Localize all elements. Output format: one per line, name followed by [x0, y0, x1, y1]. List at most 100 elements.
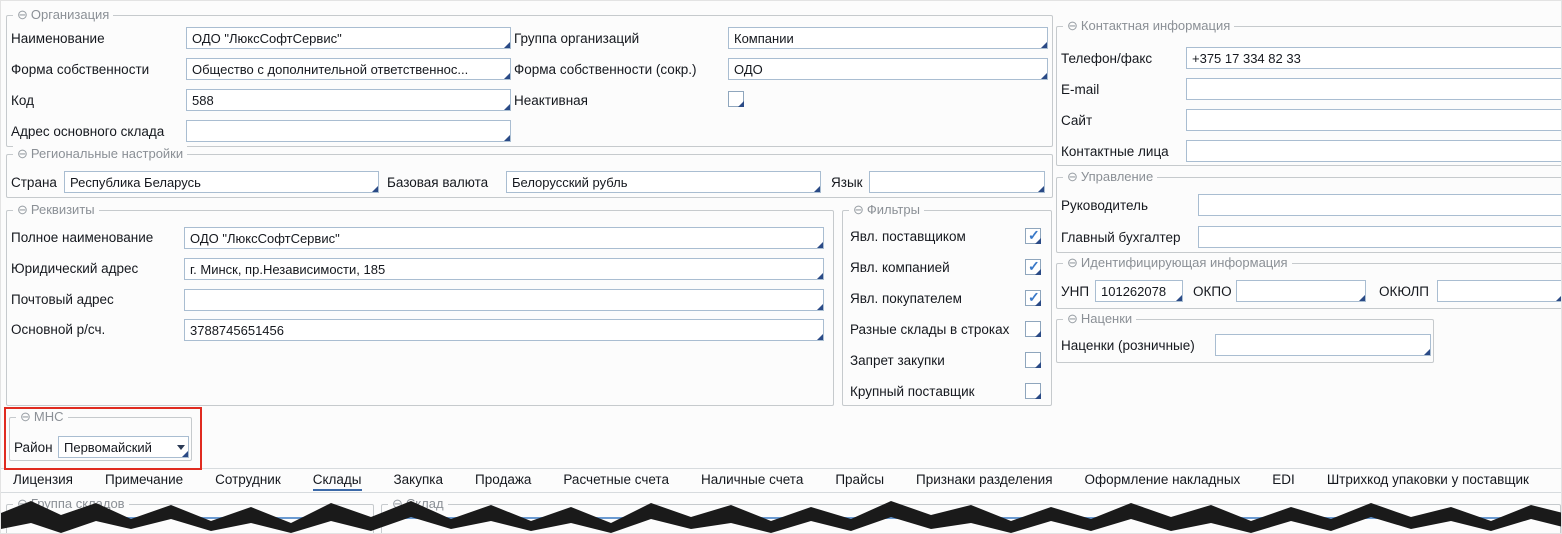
input-full-name[interactable]: [184, 227, 824, 249]
collapse-icon[interactable]: ⊖: [1067, 311, 1078, 326]
group-contact-info-title: ⊖Контактная информация: [1063, 18, 1234, 34]
collapse-icon[interactable]: ⊖: [392, 496, 403, 511]
input-ownership-short[interactable]: [728, 58, 1048, 80]
input-main-account[interactable]: [184, 319, 824, 341]
group-warehouse-title: ⊖Склад: [388, 496, 448, 512]
label-okulp: ОКЮЛП: [1379, 284, 1429, 300]
label-large-supplier: Крупный поставщик: [850, 384, 975, 400]
tab-separation-signs[interactable]: Признаки разделения: [916, 470, 1053, 491]
collapse-icon[interactable]: ⊖: [20, 409, 31, 424]
input-site[interactable]: [1186, 109, 1562, 131]
input-code[interactable]: [186, 89, 511, 111]
tab-edi[interactable]: EDI: [1272, 470, 1295, 491]
input-okpo[interactable]: [1236, 280, 1366, 302]
label-director: Руководитель: [1061, 198, 1148, 214]
district-combobox-wrap: [58, 436, 189, 458]
input-language[interactable]: [869, 171, 1045, 193]
input-phone-fax[interactable]: [1186, 47, 1562, 69]
input-name[interactable]: [186, 27, 511, 49]
input-postal-address-wrap: [184, 289, 824, 311]
input-okulp[interactable]: [1437, 280, 1562, 302]
input-ownership-form[interactable]: [186, 58, 511, 80]
table-header-line: [6, 517, 1558, 519]
input-base-currency-wrap: [506, 171, 821, 193]
input-full-name-wrap: [184, 227, 824, 249]
label-is-buyer: Явл. покупателем: [850, 291, 962, 307]
label-legal-address: Юридический адрес: [11, 261, 138, 277]
checkbox-large-supplier[interactable]: [1025, 383, 1041, 399]
label-code: Код: [11, 93, 34, 109]
label-site: Сайт: [1061, 113, 1092, 129]
checkbox-is-supplier[interactable]: [1025, 228, 1041, 244]
label-different-warehouses: Разные склады в строках: [850, 322, 1009, 338]
tab-license[interactable]: Лицензия: [13, 470, 73, 491]
input-retail-markups[interactable]: [1215, 334, 1431, 356]
tab-purchase[interactable]: Закупка: [394, 470, 444, 491]
input-ownership-form-wrap: [186, 58, 511, 80]
label-postal-address: Почтовый адрес: [11, 292, 114, 308]
district-combobox[interactable]: [58, 436, 189, 458]
group-warehouse-group: ⊖Группа складов: [6, 504, 374, 534]
collapse-icon[interactable]: ⊖: [1067, 169, 1078, 184]
input-contact-persons-wrap: [1186, 140, 1562, 162]
input-org-group[interactable]: [728, 27, 1048, 49]
input-legal-address[interactable]: [184, 258, 824, 280]
input-base-currency[interactable]: [506, 171, 821, 193]
tab-cash-accounts[interactable]: Наличные счета: [701, 470, 803, 491]
input-main-warehouse-address-wrap: [186, 120, 511, 142]
tab-invoice-layout[interactable]: Оформление накладных: [1085, 470, 1241, 491]
group-mns-title: ⊖МНС: [16, 409, 68, 425]
tab-warehouses[interactable]: Склады: [313, 470, 362, 491]
collapse-icon[interactable]: ⊖: [17, 146, 28, 161]
input-okulp-wrap: [1437, 280, 1562, 302]
input-code-wrap: [186, 89, 511, 111]
checkbox-different-warehouses[interactable]: [1025, 321, 1041, 337]
group-title-text: Идентифицирующая информация: [1081, 255, 1288, 270]
group-warehouse: ⊖Склад: [381, 504, 1561, 534]
collapse-icon[interactable]: ⊖: [853, 202, 864, 217]
group-title-text: Региональные настройки: [31, 146, 183, 161]
checkbox-is-buyer[interactable]: [1025, 290, 1041, 306]
input-chief-accountant-wrap: [1198, 226, 1562, 248]
input-unp[interactable]: [1095, 280, 1183, 302]
collapse-icon[interactable]: ⊖: [1067, 255, 1078, 270]
label-contact-persons: Контактные лица: [1061, 144, 1169, 160]
label-full-name: Полное наименование: [11, 230, 153, 246]
input-director[interactable]: [1198, 194, 1562, 216]
input-country-wrap: [64, 171, 379, 193]
input-postal-address[interactable]: [184, 289, 824, 311]
tab-supplier-package-barcode[interactable]: Штрихкод упаковки у поставщик: [1327, 470, 1529, 491]
input-contact-persons[interactable]: [1186, 140, 1562, 162]
tab-sale[interactable]: Продажа: [475, 470, 531, 491]
input-main-account-wrap: [184, 319, 824, 341]
input-org-group-wrap: [728, 27, 1048, 49]
tab-note[interactable]: Примечание: [105, 470, 183, 491]
organization-form: ⊖Организация Наименование Группа организ…: [0, 0, 1562, 534]
input-unp-wrap: [1095, 280, 1183, 302]
input-okpo-wrap: [1236, 280, 1366, 302]
checkbox-purchase-ban[interactable]: [1025, 352, 1041, 368]
label-email: E-mail: [1061, 82, 1099, 98]
group-title-text: Управление: [1081, 169, 1153, 184]
input-country[interactable]: [64, 171, 379, 193]
label-okpo: ОКПО: [1193, 284, 1232, 300]
group-organization-title: ⊖Организация: [13, 7, 113, 23]
tab-bank-accounts[interactable]: Расчетные счета: [563, 470, 669, 491]
checkbox-is-company[interactable]: [1025, 259, 1041, 275]
group-filters-title: ⊖Фильтры: [849, 202, 924, 218]
collapse-icon[interactable]: ⊖: [17, 496, 28, 511]
input-chief-accountant[interactable]: [1198, 226, 1562, 248]
checkbox-inactive[interactable]: [728, 91, 744, 107]
group-markups-title: ⊖Наценки: [1063, 311, 1136, 327]
tab-employee[interactable]: Сотрудник: [215, 470, 281, 491]
collapse-icon[interactable]: ⊖: [17, 202, 28, 217]
group-warehouse-group-title: ⊖Группа складов: [13, 496, 129, 512]
input-email[interactable]: [1186, 78, 1562, 100]
collapse-icon[interactable]: ⊖: [17, 7, 28, 22]
tab-price-lists[interactable]: Прайсы: [835, 470, 884, 491]
label-district: Район: [14, 440, 53, 456]
group-title-text: Наценки: [1081, 311, 1132, 326]
collapse-icon[interactable]: ⊖: [1067, 18, 1078, 33]
label-main-account: Основной р/сч.: [11, 322, 105, 338]
input-main-warehouse-address[interactable]: [186, 120, 511, 142]
